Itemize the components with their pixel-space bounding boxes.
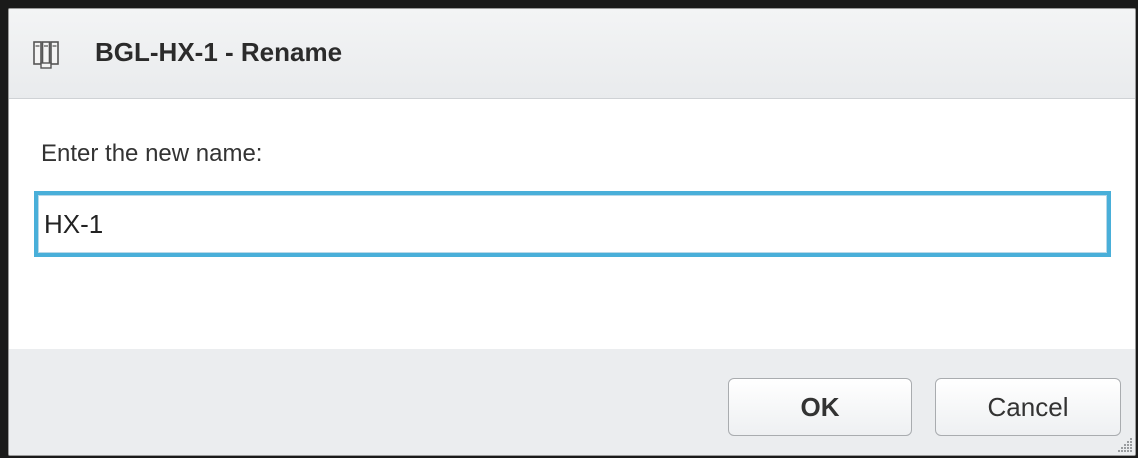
new-name-label: Enter the new name: xyxy=(41,140,263,167)
dialog-title: BGL-HX-1 - Rename xyxy=(95,37,343,67)
host-cluster-icon xyxy=(33,41,59,69)
dialog-titlebar[interactable]: BGL-HX-1 - Rename xyxy=(9,9,1135,99)
resize-grip-icon[interactable] xyxy=(1117,437,1133,453)
rename-dialog: BGL-HX-1 - Rename Enter the new name: OK… xyxy=(8,8,1136,456)
cancel-button[interactable]: Cancel xyxy=(935,378,1121,436)
new-name-input[interactable] xyxy=(34,191,1111,257)
ok-button[interactable]: OK xyxy=(728,378,912,436)
